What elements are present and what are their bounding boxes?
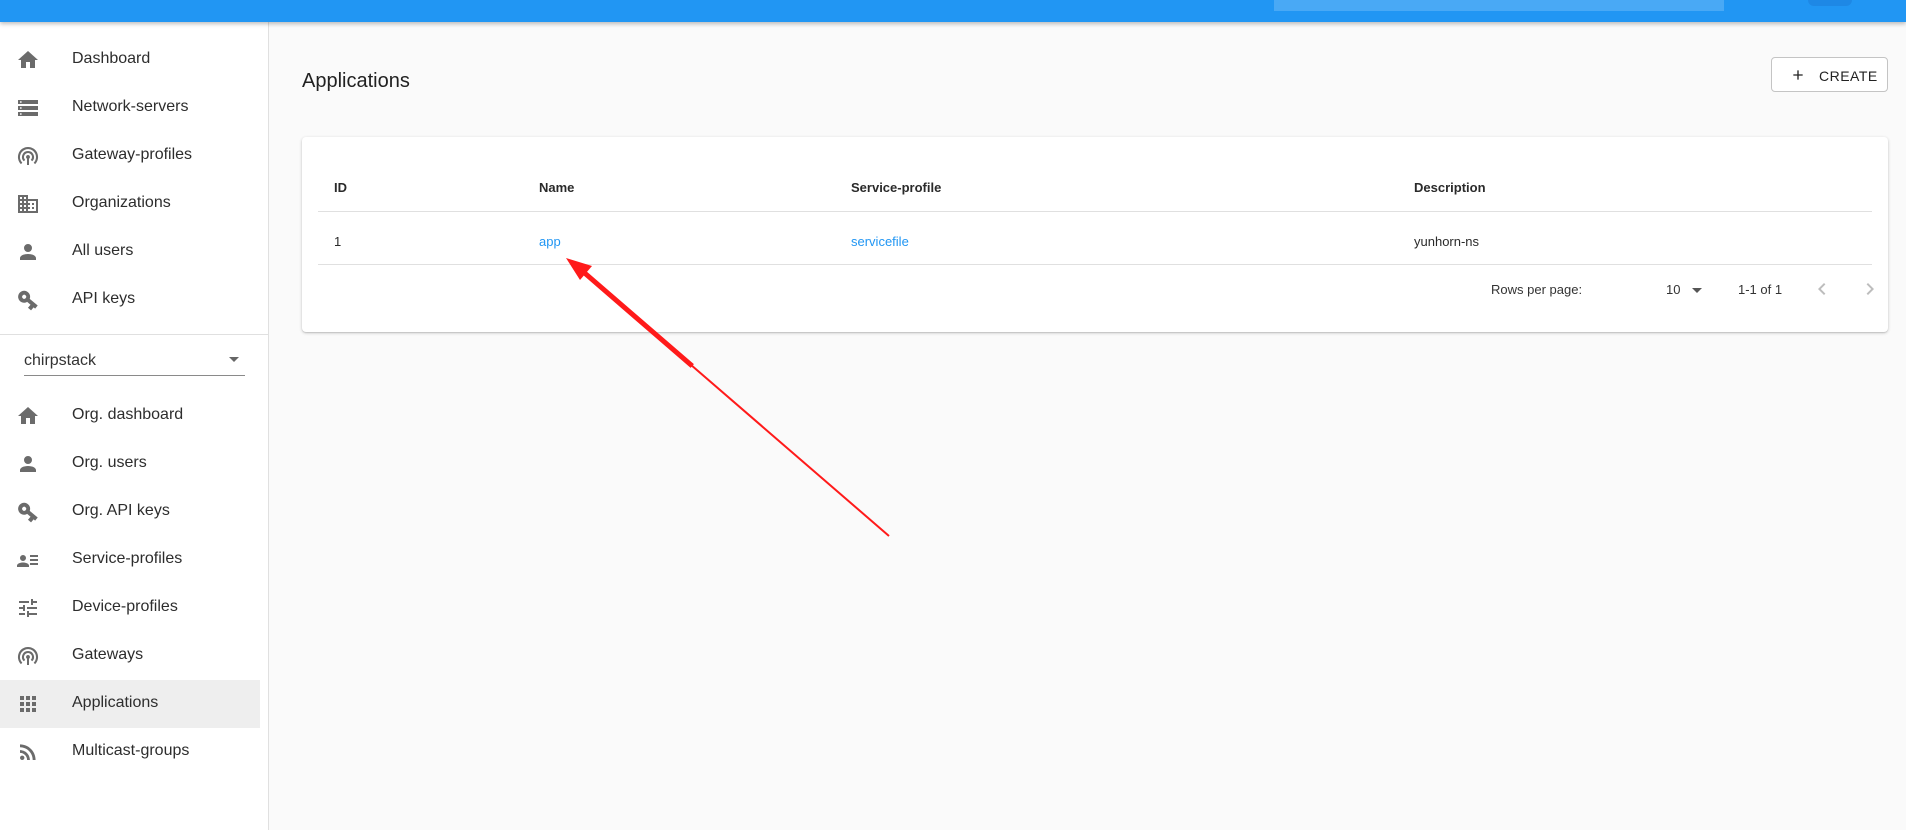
sidebar-item-all-users[interactable]: All users [0, 228, 260, 276]
rows-per-page-select[interactable]: 10 [1666, 277, 1704, 301]
sidebar-divider [0, 334, 269, 335]
sidebar-item-label: Org. users [72, 454, 147, 471]
sidebar-item-label: Org. API keys [72, 502, 170, 519]
plus-icon [1790, 67, 1806, 83]
key-icon [16, 288, 40, 312]
rss-icon [16, 740, 40, 764]
home-icon [16, 48, 40, 72]
account-icon [16, 452, 40, 476]
home-icon [16, 404, 40, 428]
sidebar-item-applications[interactable]: Applications [0, 680, 260, 728]
user-menu-button[interactable] [1808, 0, 1852, 6]
sidebar-item-device-profiles[interactable]: Device-profiles [0, 584, 260, 632]
cell-description: yunhorn-ns [1414, 234, 1480, 249]
top-app-bar [0, 0, 1906, 22]
sidebar-item-org-users[interactable]: Org. users [0, 440, 260, 488]
access-point-icon [16, 144, 40, 168]
organization-select-value: chirpstack [24, 352, 97, 369]
cell-id: 1 [334, 234, 342, 249]
sidebar-item-service-profiles[interactable]: Service-profiles [0, 536, 260, 584]
sidebar-item-label: API keys [72, 290, 136, 307]
sidebar-item-network-servers[interactable]: Network-servers [0, 84, 260, 132]
account-details-icon [16, 548, 40, 572]
applications-table-card: ID Name Service-profile Description 1 ap… [302, 137, 1888, 332]
chevron-down-icon [1692, 288, 1702, 293]
search-input[interactable] [1274, 0, 1724, 11]
main-content: Applications CREATE ID Name Service-prof… [270, 22, 1906, 830]
sidebar-item-dashboard[interactable]: Dashboard [0, 36, 260, 84]
access-point-icon [16, 644, 40, 668]
column-header-service-profile: Service-profile [851, 180, 942, 195]
next-page-button[interactable] [1854, 273, 1886, 305]
account-icon [16, 240, 40, 264]
create-button-label: CREATE [1819, 68, 1878, 84]
chevron-down-icon [229, 357, 239, 362]
sidebar-item-multicast-groups[interactable]: Multicast-groups [0, 728, 260, 776]
sidebar-item-api-keys[interactable]: API keys [0, 276, 260, 324]
column-header-id: ID [334, 180, 347, 195]
create-button[interactable]: CREATE [1771, 57, 1888, 92]
key-icon [16, 500, 40, 524]
application-name-link[interactable]: app [539, 234, 561, 249]
sidebar-item-gateway-profiles[interactable]: Gateway-profiles [0, 132, 260, 180]
sidebar-item-label: Gateways [72, 646, 144, 663]
column-header-name: Name [539, 180, 575, 195]
chevron-right-icon [1866, 283, 1874, 295]
rows-per-page-value: 10 [1666, 282, 1681, 297]
page-title: Applications [302, 70, 410, 92]
pagination-range: 1-1 of 1 [1738, 282, 1783, 297]
chevron-left-icon [1818, 283, 1826, 295]
domain-icon [16, 192, 40, 216]
tune-icon [16, 596, 40, 620]
rows-per-page-label: Rows per page: [1491, 282, 1583, 297]
service-profile-link[interactable]: servicefile [851, 234, 909, 249]
previous-page-button[interactable] [1806, 273, 1838, 305]
row-divider [318, 264, 1872, 265]
sidebar-item-label: Service-profiles [72, 550, 183, 567]
column-header-description: Description [1414, 180, 1486, 195]
sidebar: Dashboard Network-servers Gateway-profil… [0, 22, 269, 830]
sidebar-item-label: Multicast-groups [72, 742, 190, 759]
header-divider [318, 211, 1872, 212]
sidebar-item-label: Organizations [72, 194, 171, 211]
sidebar-item-label: Org. dashboard [72, 406, 184, 423]
apps-icon [16, 692, 40, 716]
sidebar-item-org-api-keys[interactable]: Org. API keys [0, 488, 260, 536]
sidebar-item-label: Network-servers [72, 98, 189, 115]
sidebar-item-label: Device-profiles [72, 598, 178, 615]
sidebar-item-organizations[interactable]: Organizations [0, 180, 260, 228]
sidebar-item-gateways[interactable]: Gateways [0, 632, 260, 680]
server-icon [16, 96, 40, 120]
sidebar-item-label: Applications [72, 694, 159, 711]
sidebar-item-label: Dashboard [72, 50, 151, 67]
organization-select[interactable]: chirpstack [24, 348, 245, 376]
sidebar-item-org-dashboard[interactable]: Org. dashboard [0, 392, 260, 440]
sidebar-item-label: Gateway-profiles [72, 146, 193, 163]
sidebar-item-label: All users [72, 242, 134, 259]
